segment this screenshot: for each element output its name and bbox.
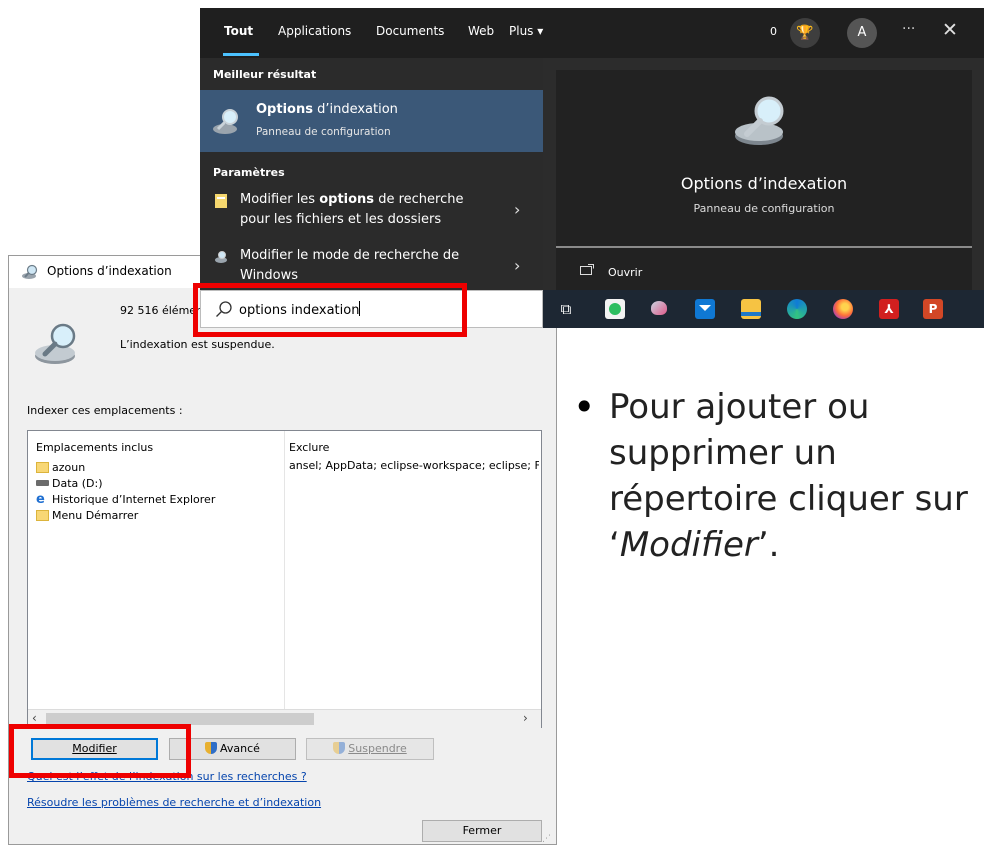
search-results-list: Meilleur résultat Options d’indexation P… <box>200 58 543 290</box>
close-button-label: Fermer <box>462 824 502 837</box>
indexing-status-icon <box>35 323 76 364</box>
quote-close: ’. <box>757 525 780 565</box>
settings-header: Paramètres <box>213 166 285 179</box>
instruction-text: Pour ajouter ou supprimer un répertoire … <box>609 384 979 568</box>
indexing-status-text: L’indexation est suspendue. <box>120 338 275 351</box>
drive-icon <box>36 480 49 486</box>
chevron-right-icon[interactable]: › <box>514 256 520 275</box>
quote-open: ‘ <box>609 525 620 565</box>
tab-more[interactable]: Plus ▾ <box>509 24 543 38</box>
location-name: azoun <box>52 460 86 474</box>
preview-title: Options d’indexation <box>680 174 848 193</box>
uac-shield-icon <box>205 742 218 754</box>
firefox-icon[interactable] <box>833 299 853 319</box>
folder-icon <box>36 509 49 521</box>
location-row-ie-history[interactable]: e Historique d’Internet Explorer <box>36 491 215 507</box>
setting-label-pre: Modifier les <box>240 192 320 207</box>
scroll-left-icon[interactable]: ‹ <box>32 711 37 725</box>
instruction-emphasis: Modifier <box>619 525 758 565</box>
uac-shield-icon <box>333 742 346 754</box>
edge-icon[interactable] <box>787 299 807 319</box>
column-header-exclude[interactable]: Exclure <box>289 441 329 454</box>
open-icon[interactable] <box>580 264 594 275</box>
location-row-start-menu[interactable]: Menu Démarrer <box>36 507 138 523</box>
active-tab-indicator <box>223 53 259 56</box>
acrobat-icon[interactable]: ⅄ <box>879 299 899 319</box>
trophy-icon[interactable]: 🏆 <box>790 18 820 48</box>
search-settings-icon <box>215 251 227 263</box>
windows-search-panel: Tout Applications Documents Web Plus ▾ 0… <box>200 8 984 290</box>
taskbar: ⧉ ⅄ P <box>543 290 984 328</box>
rewards-points: 0 <box>770 25 777 38</box>
tab-documents[interactable]: Documents <box>376 24 444 38</box>
internet-explorer-icon: e <box>36 491 45 507</box>
setting-label-line2: pour les fichiers et les dossiers <box>240 212 442 227</box>
evernote-icon[interactable] <box>605 299 625 319</box>
suspend-button: Suspendre <box>306 738 434 760</box>
setting-label-line1: Modifier le mode de recherche de <box>240 248 460 263</box>
preview-subtitle: Panneau de configuration <box>693 202 835 215</box>
setting-result-search-options[interactable]: Modifier les options de recherche pour l… <box>200 188 543 238</box>
tab-all[interactable]: Tout <box>224 24 253 38</box>
indexing-options-icon <box>735 96 784 145</box>
resize-grip-icon[interactable]: ⋰ <box>542 834 551 844</box>
locations-list[interactable]: Emplacements inclus Exclure azoun Data (… <box>27 430 542 728</box>
advanced-button-label: Avancé <box>220 742 260 755</box>
locations-label: Indexer ces emplacements : <box>27 404 183 417</box>
indexed-item-count: 92 516 élémen <box>120 304 204 317</box>
mail-icon[interactable] <box>695 299 715 319</box>
best-match-header: Meilleur résultat <box>213 68 317 81</box>
setting-label-post: de recherche <box>374 192 464 207</box>
setting-label-line2: Windows <box>240 268 299 283</box>
troubleshoot-link[interactable]: Résoudre les problèmes de recherche et d… <box>27 796 321 809</box>
column-header-included[interactable]: Emplacements inclus <box>36 441 153 454</box>
instruction-line-3: répertoire cliquer sur <box>609 479 968 519</box>
result-preview-pane: Options d’indexation Panneau de configur… <box>556 70 972 290</box>
column-divider <box>284 431 285 709</box>
close-icon[interactable]: ✕ <box>942 19 958 41</box>
tab-web[interactable]: Web <box>468 24 494 38</box>
location-name: Data (D:) <box>52 476 103 490</box>
chevron-right-icon[interactable]: › <box>514 200 520 219</box>
location-row-azoun[interactable]: azoun <box>36 459 85 475</box>
best-match-title-bold: Options <box>256 102 313 117</box>
highlight-search-box <box>193 283 467 337</box>
more-options-icon[interactable]: ··· <box>902 21 915 37</box>
best-match-title-rest: d’indexation <box>312 102 398 117</box>
indexing-options-icon <box>22 264 38 279</box>
settings-page-icon <box>215 194 227 208</box>
preview-divider <box>556 246 972 248</box>
avatar[interactable]: A <box>847 18 877 48</box>
close-button[interactable]: Fermer <box>422 820 542 842</box>
instruction-line-1: Pour ajouter ou <box>609 387 870 427</box>
file-explorer-icon[interactable] <box>741 299 761 319</box>
search-tab-bar: Tout Applications Documents Web Plus ▾ 0… <box>200 8 984 58</box>
best-match-subtitle: Panneau de configuration <box>256 126 391 138</box>
location-name: Historique d’Internet Explorer <box>52 492 216 506</box>
scroll-right-icon[interactable]: › <box>523 711 528 725</box>
best-match-result[interactable]: Options d’indexation Panneau de configur… <box>200 90 543 152</box>
highlight-modify-button <box>9 724 191 778</box>
instruction-line-2: supprimer un <box>609 433 837 473</box>
location-row-data[interactable]: Data (D:) <box>36 475 103 491</box>
instruction-line-4: ‘Modifier’. <box>609 525 779 565</box>
setting-label-bold: options <box>319 192 375 207</box>
best-match-title: Options d’indexation <box>256 102 398 117</box>
tab-applications[interactable]: Applications <box>278 24 351 38</box>
powerpoint-icon[interactable]: P <box>923 299 943 319</box>
open-action[interactable]: Ouvrir <box>608 266 642 279</box>
location-name: Menu Démarrer <box>52 508 139 522</box>
indexing-options-icon <box>213 109 238 134</box>
paint-icon[interactable] <box>649 299 669 319</box>
task-view-icon[interactable]: ⧉ <box>557 300 575 318</box>
exclude-list-text: ansel; AppData; eclipse-workspace; eclip… <box>289 459 539 472</box>
dialog-title: Options d’indexation <box>47 264 172 278</box>
bullet-marker: • <box>573 385 596 429</box>
setting-label-line1: Modifier les options de recherche <box>240 192 463 207</box>
suspend-button-label: Suspendre <box>348 742 407 755</box>
folder-icon <box>36 461 49 473</box>
